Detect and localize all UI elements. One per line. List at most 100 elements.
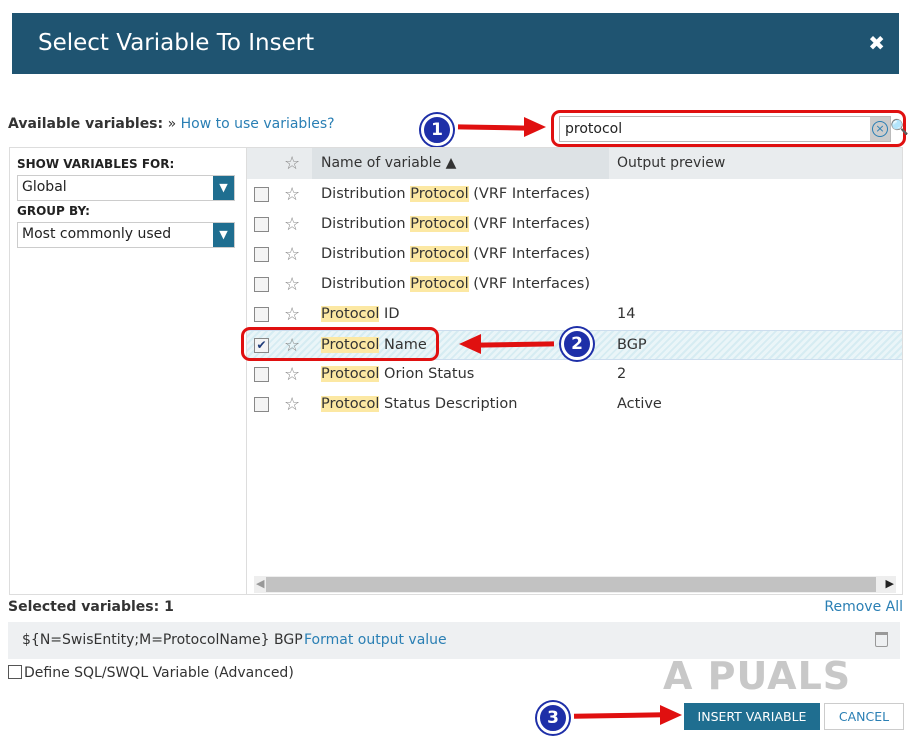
- dialog-titlebar: Select Variable To Insert ✖: [12, 13, 899, 74]
- variable-expression-value: BGP: [274, 632, 303, 648]
- dialog-title: Select Variable To Insert: [38, 30, 315, 56]
- star-icon[interactable]: ☆: [284, 186, 300, 204]
- show-variables-for-label: SHOW VARIABLES FOR:: [17, 157, 175, 171]
- group-by-value: Most commonly used: [22, 226, 172, 242]
- annotation-badge-2: 2: [561, 328, 593, 360]
- variable-name-prefix: Distribution: [321, 186, 411, 202]
- table-row[interactable]: ☆ Protocol Orion Status 2: [247, 360, 902, 390]
- variable-name: Distribution Protocol (VRF Interfaces): [321, 186, 590, 202]
- link-separator: »: [167, 116, 177, 132]
- table-row[interactable]: ☆ Protocol ID 14: [247, 300, 902, 330]
- annotation-arrowhead-1: [524, 117, 546, 137]
- column-header-name[interactable]: Name of variable ▲: [312, 148, 609, 179]
- variable-name: Protocol Status Description: [321, 396, 517, 412]
- trash-icon[interactable]: [875, 632, 888, 647]
- row-checkbox[interactable]: [254, 397, 269, 412]
- row-checkbox[interactable]: [254, 217, 269, 232]
- search-field[interactable]: ×: [559, 116, 891, 142]
- annotation-badge-1: 1: [421, 114, 453, 146]
- search-match-highlight: Protocol: [410, 246, 469, 262]
- annotation-arrow-1: [457, 124, 527, 131]
- variable-expression: ${N=SwisEntity;M=ProtocolName}: [22, 632, 270, 648]
- how-to-use-variables-link[interactable]: How to use variables?: [181, 116, 335, 132]
- table-row[interactable]: ☆ Distribution Protocol (VRF Interfaces): [247, 210, 902, 240]
- watermark-logo: A PUALS: [663, 654, 852, 698]
- search-icon[interactable]: 🔍: [890, 118, 909, 136]
- search-input[interactable]: [560, 117, 860, 141]
- star-icon[interactable]: ☆: [284, 366, 300, 384]
- dialog-root: Select Variable To Insert ✖ Available va…: [0, 0, 910, 738]
- grid-header: ☆ Name of variable ▲ Output preview: [247, 148, 902, 179]
- variable-name-suffix: Orion Status: [379, 366, 475, 382]
- table-row[interactable]: ☆ Distribution Protocol (VRF Interfaces): [247, 180, 902, 210]
- star-icon[interactable]: ☆: [284, 306, 300, 324]
- search-match-highlight: Protocol: [321, 366, 380, 382]
- available-variables-row: Available variables: » How to use variab…: [8, 116, 335, 132]
- annotation-highlight-2: [241, 327, 439, 361]
- define-sql-checkbox[interactable]: [8, 665, 22, 679]
- table-row[interactable]: ☆ Distribution Protocol (VRF Interfaces): [247, 270, 902, 300]
- show-variables-for-select[interactable]: Global ▼: [17, 175, 235, 201]
- close-icon[interactable]: ✖: [868, 31, 885, 55]
- selected-variables-count: Selected variables: 1: [8, 599, 174, 615]
- scroll-left-icon[interactable]: ◀: [256, 577, 264, 590]
- table-row[interactable]: ☆ Distribution Protocol (VRF Interfaces): [247, 240, 902, 270]
- row-checkbox[interactable]: [254, 307, 269, 322]
- scroll-right-icon[interactable]: ▶: [886, 577, 894, 590]
- chevron-down-icon[interactable]: ▼: [213, 176, 234, 200]
- cancel-button[interactable]: CANCEL: [824, 703, 904, 730]
- annotation-badge-3: 3: [537, 702, 569, 734]
- column-header-preview[interactable]: Output preview: [617, 155, 725, 171]
- annotation-arrow-3: [573, 712, 665, 719]
- variable-name-suffix: (VRF Interfaces): [468, 216, 590, 232]
- row-checkbox[interactable]: [254, 247, 269, 262]
- remove-all-link[interactable]: Remove All: [824, 599, 903, 615]
- group-by-select[interactable]: Most commonly used ▼: [17, 222, 235, 248]
- output-preview: 14: [617, 306, 636, 322]
- insert-variable-button[interactable]: INSERT VARIABLE: [684, 703, 820, 730]
- variable-name-suffix: ID: [379, 306, 400, 322]
- output-preview: Active: [617, 396, 662, 412]
- variable-name: Distribution Protocol (VRF Interfaces): [321, 216, 590, 232]
- output-preview: 2: [617, 366, 627, 382]
- define-sql-label: Define SQL/SWQL Variable (Advanced): [24, 665, 294, 681]
- star-icon[interactable]: ☆: [284, 396, 300, 414]
- variable-name-prefix: Distribution: [321, 276, 411, 292]
- variable-name: Protocol Orion Status: [321, 366, 474, 382]
- annotation-arrowhead-3: [660, 705, 682, 725]
- variable-name: Distribution Protocol (VRF Interfaces): [321, 276, 590, 292]
- star-header-icon[interactable]: ☆: [284, 155, 300, 173]
- variable-name-suffix: Status Description: [379, 396, 518, 412]
- variable-name: Protocol ID: [321, 306, 400, 322]
- show-variables-for-value: Global: [22, 179, 67, 195]
- search-highlight-frame: × 🔍: [551, 110, 909, 147]
- group-by-label: GROUP BY:: [17, 204, 90, 218]
- variable-name-suffix: (VRF Interfaces): [468, 186, 590, 202]
- clear-icon: ×: [872, 121, 888, 137]
- star-icon[interactable]: ☆: [284, 216, 300, 234]
- output-preview: BGP: [617, 337, 647, 353]
- star-icon[interactable]: ☆: [284, 276, 300, 294]
- star-icon[interactable]: ☆: [284, 246, 300, 264]
- variable-name-suffix: (VRF Interfaces): [468, 276, 590, 292]
- table-row[interactable]: ☆ Protocol Status Description Active: [247, 390, 902, 420]
- search-match-highlight: Protocol: [410, 276, 469, 292]
- clear-search-button[interactable]: ×: [870, 117, 890, 141]
- variable-name-suffix: (VRF Interfaces): [468, 246, 590, 262]
- variables-grid: ☆ Name of variable ▲ Output preview ☆ Dis…: [247, 147, 903, 595]
- horizontal-scrollbar[interactable]: ◀ ▶: [254, 576, 896, 593]
- filter-panel: SHOW VARIABLES FOR: Global ▼ GROUP BY: M…: [9, 147, 247, 595]
- scrollbar-thumb[interactable]: [266, 577, 876, 592]
- variable-name-prefix: Distribution: [321, 246, 411, 262]
- search-match-highlight: Protocol: [321, 306, 380, 322]
- selected-variable-expression: ${N=SwisEntity;M=ProtocolName} BGP: [22, 632, 303, 648]
- row-checkbox[interactable]: [254, 277, 269, 292]
- row-checkbox[interactable]: [254, 187, 269, 202]
- define-sql-variable-option[interactable]: Define SQL/SWQL Variable (Advanced): [8, 665, 294, 681]
- search-match-highlight: Protocol: [321, 396, 380, 412]
- chevron-down-icon[interactable]: ▼: [213, 223, 234, 247]
- variable-name-prefix: Distribution: [321, 216, 411, 232]
- row-checkbox[interactable]: [254, 367, 269, 382]
- search-match-highlight: Protocol: [410, 186, 469, 202]
- format-output-value-link[interactable]: Format output value: [304, 632, 447, 648]
